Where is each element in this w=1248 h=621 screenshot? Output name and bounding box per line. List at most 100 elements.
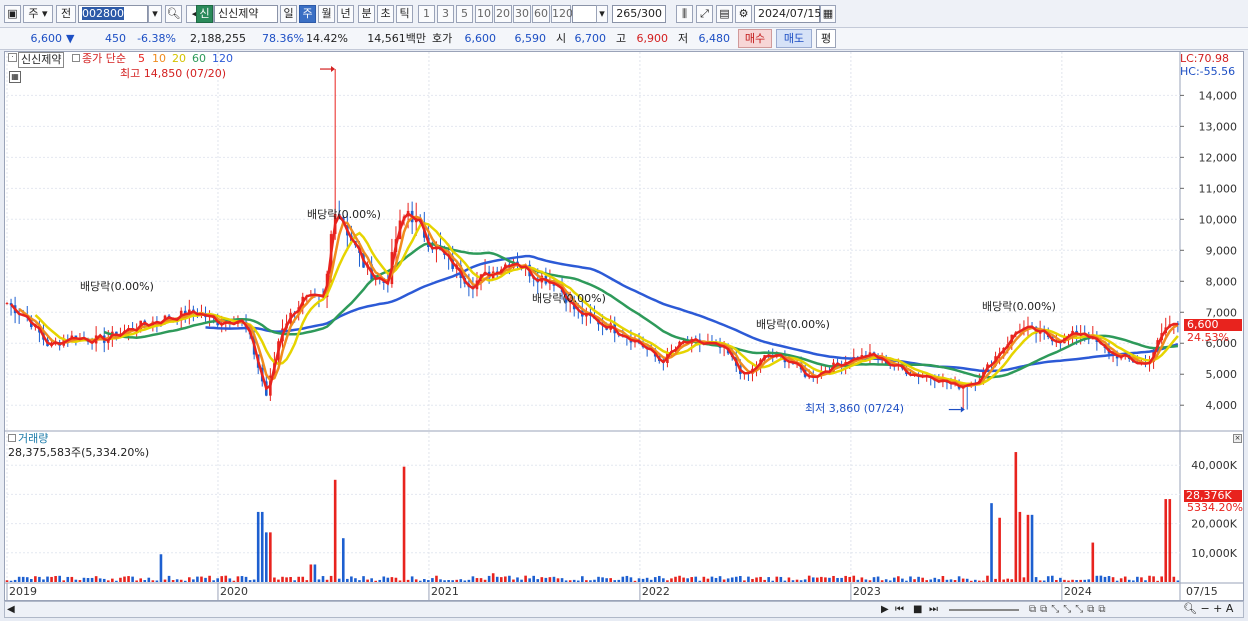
interval-60[interactable]: 60 bbox=[532, 5, 550, 23]
volume-bar bbox=[601, 577, 604, 582]
volume-bar bbox=[1144, 580, 1147, 582]
interval-10[interactable]: 10 bbox=[475, 5, 493, 23]
volume-bar bbox=[293, 580, 296, 582]
volume-bar bbox=[487, 575, 491, 582]
volume-bar bbox=[909, 576, 912, 582]
date-input[interactable]: 2024/07/15 bbox=[754, 5, 821, 23]
volume-bar bbox=[1087, 579, 1091, 582]
code-dropdown-icon[interactable]: ▾ bbox=[148, 5, 162, 23]
volume-bar bbox=[880, 580, 884, 582]
save-icon[interactable]: ▤ bbox=[716, 5, 733, 23]
drawing-tools-icon[interactable]: ⧉⧉⤡⤡⤡⧉⧉ bbox=[1029, 603, 1110, 616]
volume-bar bbox=[102, 578, 106, 582]
volume-bar bbox=[220, 576, 224, 582]
volume-bar bbox=[285, 577, 288, 582]
volume-bar bbox=[820, 576, 823, 582]
volume-bar bbox=[552, 576, 556, 582]
volume-bar bbox=[718, 576, 722, 582]
main-toolbar: ▣ 주 ▾ 전 002800 ▾ 🔍︎ ◂ ▾ 신 신신제약 일 주 월 년 분… bbox=[0, 0, 1248, 28]
time-tick-label: 2019 bbox=[9, 585, 37, 598]
fast-forward-icon[interactable]: ⏭ bbox=[929, 603, 938, 616]
scroll-left-icon[interactable]: ◀ bbox=[7, 603, 15, 616]
volume-bar bbox=[581, 576, 584, 582]
period-year[interactable]: 년 bbox=[337, 5, 354, 23]
eval-button[interactable]: 평 bbox=[816, 29, 836, 48]
dividend-label-4: 배당락(0.00%) bbox=[756, 318, 830, 331]
interval-30[interactable]: 30 bbox=[513, 5, 531, 23]
volume-bar bbox=[629, 577, 633, 582]
stock-name-legend[interactable]: 신신제약 bbox=[18, 52, 65, 68]
volume-bar bbox=[516, 577, 519, 582]
price-tick-label: 5,000 bbox=[1206, 368, 1238, 381]
period-day[interactable]: 일 bbox=[280, 5, 297, 23]
sell-button[interactable]: 매도 bbox=[776, 29, 812, 48]
volume-bar bbox=[248, 580, 252, 582]
period-month[interactable]: 월 bbox=[318, 5, 335, 23]
stock-code-input[interactable]: 002800 bbox=[78, 5, 148, 23]
period-tick[interactable]: 틱 bbox=[396, 5, 413, 23]
volume-bar bbox=[795, 579, 799, 582]
volume-toggle-icon[interactable] bbox=[8, 434, 16, 442]
volume-bar bbox=[965, 578, 969, 582]
zoom-tools-icon[interactable]: 🔍︎ − + A bbox=[1183, 602, 1233, 616]
volume-close-icon[interactable]: × bbox=[1233, 434, 1242, 443]
volume-bar bbox=[475, 578, 479, 582]
volume-bar bbox=[435, 575, 438, 582]
volume-bar bbox=[131, 576, 134, 582]
hc-value: HC:-55.56 bbox=[1180, 65, 1236, 78]
volume-bar bbox=[929, 579, 933, 582]
volume-bar bbox=[362, 576, 365, 582]
volume-bar bbox=[836, 577, 839, 582]
interval-1[interactable]: 1 bbox=[418, 5, 435, 23]
volume-bar bbox=[949, 579, 953, 582]
volume-bar bbox=[394, 577, 398, 582]
calculator-icon[interactable]: ▦ bbox=[9, 71, 21, 83]
volume-bar bbox=[479, 578, 483, 582]
volume-bar bbox=[1014, 452, 1018, 582]
volume-bar bbox=[155, 580, 159, 582]
volume-bar bbox=[127, 576, 130, 582]
volume-bar bbox=[572, 579, 576, 582]
search-icon[interactable]: 🔍︎ bbox=[165, 5, 182, 23]
volume-bar bbox=[868, 580, 872, 582]
buy-button[interactable]: 매수 bbox=[738, 29, 772, 48]
volume-bar bbox=[350, 576, 353, 582]
calendar-icon[interactable]: ▦ bbox=[820, 5, 836, 23]
chart-scrollbar[interactable]: ◀ ▶ ⏮ ■ ⏭ ⧉⧉⤡⤡⤡⧉⧉ 🔍︎ − + A bbox=[4, 601, 1244, 618]
volume-bar bbox=[937, 579, 941, 582]
volume-bar bbox=[1160, 576, 1163, 582]
gear-icon[interactable]: ⚙ bbox=[735, 5, 752, 23]
period-second[interactable]: 초 bbox=[377, 5, 394, 23]
volume-bar bbox=[499, 577, 503, 582]
interval-dropdown-icon[interactable]: ▾ bbox=[596, 5, 608, 23]
chart-panel[interactable]: 14,000 13,000 12,000 11,000 10,000 9,000 8,000… bbox=[4, 51, 1244, 601]
volume-bar bbox=[682, 577, 685, 582]
ma-toggle-icon[interactable] bbox=[72, 54, 80, 62]
window-icon[interactable]: ▣ bbox=[4, 5, 21, 23]
high-arrow-head bbox=[331, 66, 336, 73]
chart-canvas[interactable]: 14,000 13,000 12,000 11,000 10,000 9,000 8,000… bbox=[5, 52, 1243, 600]
volume-bar bbox=[775, 576, 779, 582]
volume-bar bbox=[1010, 579, 1014, 582]
volume-bar bbox=[848, 576, 852, 582]
dividend-label-2: 배당락(0.00%) bbox=[307, 208, 381, 221]
interval-20[interactable]: 20 bbox=[494, 5, 512, 23]
interval-5[interactable]: 5 bbox=[456, 5, 473, 23]
count-field[interactable]: 265/300 bbox=[612, 5, 666, 23]
volume-bar bbox=[520, 579, 523, 582]
interval-3[interactable]: 3 bbox=[437, 5, 454, 23]
volume-bar bbox=[1148, 575, 1151, 582]
period-week[interactable]: 주 bbox=[299, 5, 316, 23]
zoom-track[interactable] bbox=[949, 609, 1019, 611]
market-type-select[interactable]: 주 ▾ bbox=[23, 5, 53, 23]
rewind-icon[interactable]: ⏮ bbox=[895, 603, 904, 616]
period-minute[interactable]: 분 bbox=[358, 5, 375, 23]
trade-amount: 14,561백만 bbox=[367, 32, 426, 45]
candle-icon[interactable]: ⫼ bbox=[676, 5, 693, 23]
prev-button[interactable]: 전 bbox=[56, 5, 76, 23]
interval-120[interactable]: 120 bbox=[551, 5, 573, 23]
stop-icon[interactable]: ■ bbox=[913, 603, 922, 616]
legend-toggle-icon[interactable]: · bbox=[8, 53, 17, 62]
crosshair-icon[interactable]: ⤢ bbox=[696, 5, 713, 23]
scroll-right-icon[interactable]: ▶ bbox=[881, 603, 889, 616]
